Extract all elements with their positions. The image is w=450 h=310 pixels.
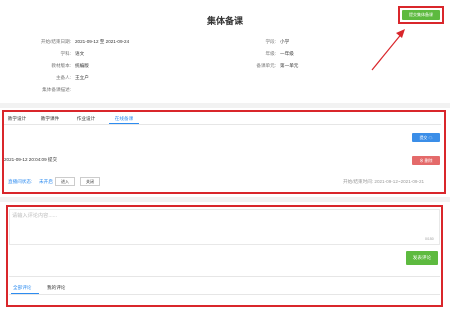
info-value-date: 2021-09-12 至 2021-09-24	[75, 39, 130, 44]
info-label-description: 集体备课描述:	[42, 87, 71, 92]
info-label-unit: 备课单元:	[256, 63, 276, 68]
info-label-date: 开始/结束日期:	[40, 39, 71, 44]
section-divider-2	[0, 197, 450, 202]
info-label-stage: 学段:	[265, 39, 276, 44]
info-value-textbook: 统编版	[75, 63, 89, 68]
info-value-unit: 第一单元	[280, 63, 299, 68]
info-value-stage: 小学	[280, 39, 290, 44]
annotation-box-tabs	[2, 110, 446, 194]
section-divider	[0, 103, 450, 108]
info-value-subject: 语文	[75, 51, 85, 56]
info-value-owner: 王立户	[75, 75, 89, 80]
info-label-textbook: 教材版本:	[51, 63, 71, 68]
info-label-grade: 年级:	[265, 51, 276, 56]
info-label-owner: 主备人:	[55, 75, 71, 80]
annotation-box-comments	[6, 205, 443, 307]
info-label-subject: 学科:	[60, 51, 71, 56]
info-value-grade: 一年级	[280, 51, 294, 56]
